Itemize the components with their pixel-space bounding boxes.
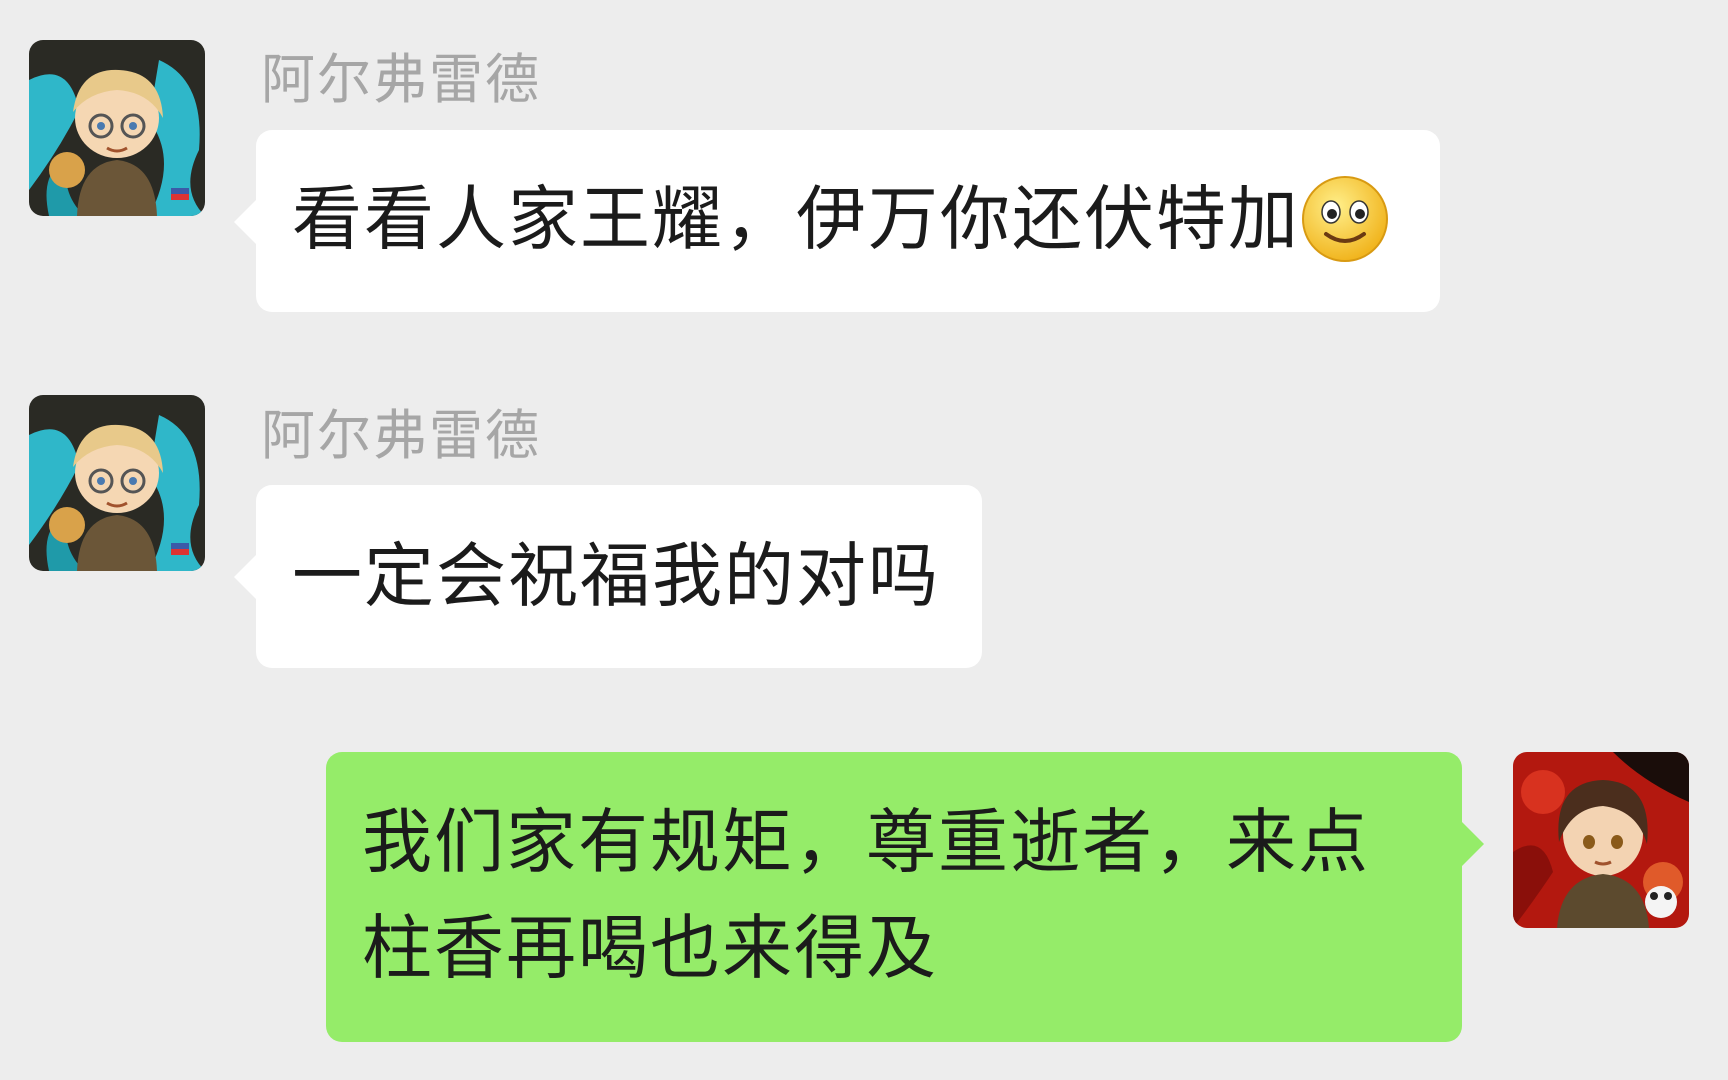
smile-emoji-icon	[1300, 174, 1390, 264]
incoming-message-bubble[interactable]: 看看人家王耀，伊万你还伏特加	[234, 130, 1440, 312]
message-text: 一定会祝福我的对吗	[292, 535, 940, 617]
message-text-line: 我们家有规矩，尊重逝者，来点	[362, 801, 1370, 883]
sender-avatar[interactable]	[29, 40, 205, 216]
chat-window: 阿尔弗雷德 看看人家王耀，伊万你还伏特加 阿尔弗雷德 一定会祝福我的对吗 我们家…	[0, 0, 1728, 1080]
sender-name: 阿尔弗雷德	[261, 404, 541, 467]
self-avatar[interactable]	[1513, 752, 1689, 928]
message-text: 看看人家王耀，伊万你还伏特加	[292, 178, 1300, 260]
sender-avatar[interactable]	[29, 395, 205, 571]
incoming-message-bubble[interactable]: 一定会祝福我的对吗	[234, 485, 982, 668]
sender-name: 阿尔弗雷德	[261, 48, 541, 111]
message-text-line: 柱香再喝也来得及	[362, 907, 938, 989]
outgoing-message-bubble[interactable]: 我们家有规矩，尊重逝者，来点 柱香再喝也来得及	[326, 752, 1484, 1042]
